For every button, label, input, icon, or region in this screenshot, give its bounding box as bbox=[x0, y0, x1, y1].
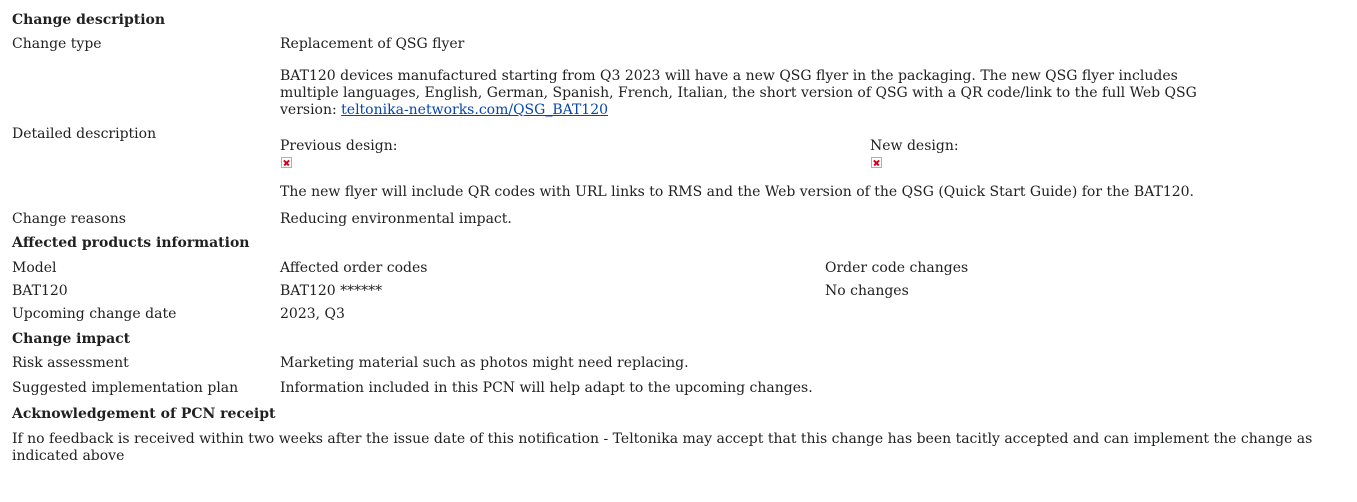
acknowledgement-text: If no feedback is received within two we… bbox=[12, 431, 1313, 464]
new-design-label: New design: bbox=[870, 138, 959, 154]
table-cell-affected-codes: BAT120 ****** bbox=[280, 283, 383, 299]
detailed-text-line2: multiple languages, English, German, Spa… bbox=[280, 85, 1197, 101]
section-change-description: Change description bbox=[12, 12, 166, 28]
section-change-impact: Change impact bbox=[12, 331, 131, 347]
upcoming-date-value: 2023, Q3 bbox=[280, 306, 345, 322]
change-reasons-label: Change reasons bbox=[12, 211, 126, 227]
table-header-affected-codes: Affected order codes bbox=[280, 260, 428, 276]
implementation-plan-value: Information included in this PCN will he… bbox=[280, 380, 813, 396]
section-acknowledgement: Acknowledgement of PCN receipt bbox=[12, 406, 276, 422]
previous-design-label: Previous design: bbox=[280, 138, 398, 154]
table-header-model: Model bbox=[12, 260, 57, 276]
change-type-value: Replacement of QSG flyer bbox=[280, 36, 465, 52]
broken-image-icon bbox=[871, 157, 882, 168]
qsg-link[interactable]: teltonika-networks.com/QSG_BAT120 bbox=[341, 102, 608, 118]
detailed-text-line1: BAT120 devices manufactured starting fro… bbox=[280, 68, 1178, 84]
change-type-label: Change type bbox=[12, 36, 102, 52]
table-cell-model: BAT120 bbox=[12, 283, 68, 299]
risk-assessment-value: Marketing material such as photos might … bbox=[280, 355, 689, 371]
risk-assessment-label: Risk assessment bbox=[12, 355, 129, 371]
detailed-description-label: Detailed description bbox=[12, 126, 157, 142]
broken-image-icon bbox=[281, 157, 292, 168]
detailed-text-line3: version: teltonika-networks.com/QSG_BAT1… bbox=[280, 102, 608, 119]
pcn-document: Change description Change type Replaceme… bbox=[0, 0, 1357, 502]
implementation-plan-label: Suggested implementation plan bbox=[12, 380, 239, 396]
section-affected-products: Affected products information bbox=[12, 235, 250, 251]
table-cell-code-changes: No changes bbox=[825, 283, 909, 299]
detailed-version-prefix: version: bbox=[280, 102, 342, 118]
detailed-note: The new flyer will include QR codes with… bbox=[280, 184, 1194, 200]
table-header-code-changes: Order code changes bbox=[825, 260, 969, 276]
change-reasons-value: Reducing environmental impact. bbox=[280, 211, 512, 227]
upcoming-date-label: Upcoming change date bbox=[12, 306, 177, 322]
